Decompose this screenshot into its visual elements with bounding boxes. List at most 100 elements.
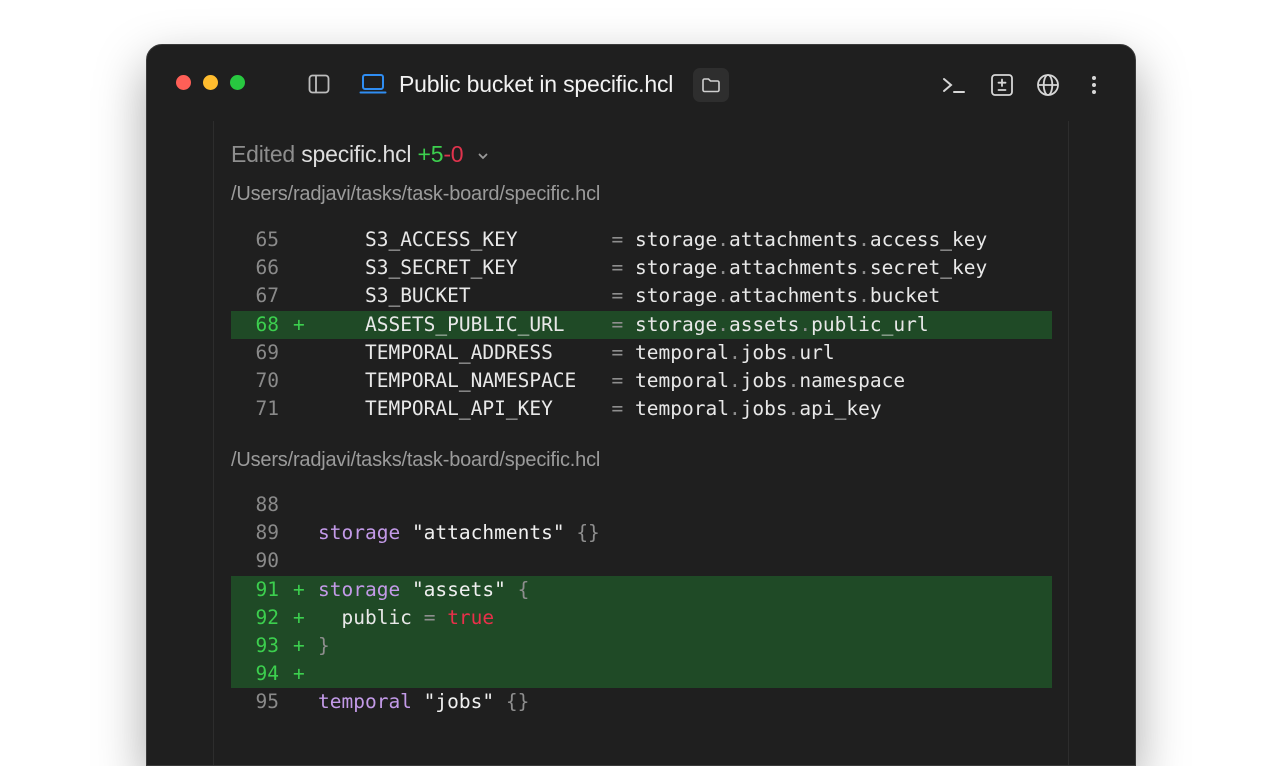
code-line: 67 S3_BUCKET = storage.attachments.bucke…	[231, 282, 1052, 310]
code-content: TEMPORAL_ADDRESS = temporal.jobs.url	[318, 339, 835, 367]
diff-hunk: 65 S3_ACCESS_KEY = storage.attachments.a…	[231, 226, 1052, 423]
code-content: ASSETS_PUBLIC_URL = storage.assets.publi…	[318, 311, 929, 339]
code-content: S3_ACCESS_KEY = storage.attachments.acce…	[318, 226, 987, 254]
zoom-window-button[interactable]	[230, 75, 245, 90]
line-number: 71	[255, 397, 279, 421]
dot-separator: .	[717, 228, 729, 251]
code-line: 89 storage "attachments" {}	[231, 519, 1052, 547]
env-key: TEMPORAL_NAMESPACE	[364, 368, 612, 392]
code-line: 69 TEMPORAL_ADDRESS = temporal.jobs.url	[231, 339, 1052, 367]
equals-sign: =	[611, 284, 624, 308]
dot-separator: .	[728, 397, 741, 421]
equals-sign: =	[611, 340, 624, 364]
dot-separator: .	[728, 368, 741, 392]
code-content: TEMPORAL_NAMESPACE = temporal.jobs.names…	[318, 367, 905, 395]
line-number: 70	[255, 368, 279, 392]
code-content: storage "attachments" {}	[318, 519, 600, 547]
line-number: 67	[255, 284, 279, 308]
equals-sign: =	[611, 397, 624, 421]
added-code-line: 94 +	[231, 660, 1052, 689]
line-number: 92	[255, 605, 279, 629]
line-number: 90	[255, 549, 279, 573]
dot-separator: .	[858, 284, 870, 308]
reference-part: storage	[635, 256, 718, 280]
equals-sign: =	[611, 312, 624, 336]
line-number: 65	[255, 228, 279, 251]
globe-icon[interactable]	[1035, 72, 1061, 98]
reference-part: api_key	[799, 397, 882, 421]
dot-separator: .	[717, 256, 729, 280]
line-number: 68	[255, 312, 279, 336]
code-line: 95 temporal "jobs" {}	[231, 688, 1052, 716]
reference-part: storage	[635, 228, 718, 251]
dot-separator: .	[787, 368, 800, 392]
dot-separator: .	[799, 312, 812, 336]
block-keyword: storage	[318, 521, 401, 545]
equals-sign: =	[611, 256, 624, 280]
minimize-window-button[interactable]	[203, 75, 218, 90]
reference-part: attachments	[728, 228, 859, 251]
block-label: "assets"	[411, 577, 506, 601]
line-number: 89	[255, 521, 279, 545]
terminal-icon[interactable]	[941, 72, 967, 98]
code-content: S3_SECRET_KEY = storage.attachments.secr…	[318, 254, 987, 282]
dot-separator: .	[858, 256, 870, 280]
dot-separator: .	[787, 397, 800, 421]
dot-separator: .	[787, 340, 800, 364]
reference-part: storage	[635, 312, 718, 336]
code-content: S3_BUCKET = storage.attachments.bucket	[318, 282, 940, 310]
diff-panel: Edited specific.hcl +5-0 /Users/radjavi/…	[213, 121, 1069, 765]
reference-part: temporal	[635, 340, 729, 364]
reference-part: assets	[728, 312, 800, 336]
block-keyword: storage	[318, 577, 401, 601]
dot-separator: .	[717, 312, 729, 336]
sidebar-toggle-icon[interactable]	[307, 72, 331, 96]
edited-label: Edited	[231, 141, 296, 167]
lines-removed-count: -0	[443, 141, 464, 167]
reference-part: attachments	[728, 284, 859, 308]
line-number: 95	[255, 690, 279, 714]
dot-separator: .	[717, 284, 729, 308]
open-folder-button[interactable]	[693, 68, 729, 102]
reference-part: secret_key	[869, 256, 988, 280]
env-key: TEMPORAL_API_KEY	[364, 397, 612, 421]
brace: }	[318, 633, 330, 657]
block-keyword: temporal	[318, 690, 412, 714]
hunk-file-path: /Users/radjavi/tasks/task-board/specific…	[231, 183, 601, 205]
added-marker: +	[293, 312, 305, 336]
dot-separator: .	[728, 340, 741, 364]
reference-part: jobs	[740, 368, 788, 392]
code-content: storage "assets" {	[318, 576, 529, 604]
equals-sign: =	[611, 368, 624, 392]
equals-sign: =	[611, 228, 624, 251]
chevron-down-icon[interactable]	[476, 142, 490, 169]
reference-part: url	[799, 340, 835, 364]
line-number: 93	[255, 633, 279, 657]
reference-part: bucket	[869, 284, 941, 308]
reference-part: access_key	[869, 228, 988, 251]
reference-part: jobs	[740, 397, 788, 421]
added-code-line: 93 +}	[231, 631, 1052, 661]
line-number: 69	[255, 340, 279, 364]
line-number: 94	[255, 662, 279, 686]
reference-part: jobs	[740, 340, 788, 364]
added-code-line: 92 + public = true	[231, 603, 1052, 632]
more-vertical-icon[interactable]	[1084, 72, 1104, 98]
laptop-icon	[359, 72, 387, 96]
added-marker: +	[293, 577, 305, 601]
close-window-button[interactable]	[176, 75, 191, 90]
env-key: S3_BUCKET	[364, 284, 612, 308]
env-key: ASSETS_PUBLIC_URL	[364, 312, 612, 336]
added-marker: +	[293, 633, 305, 657]
code-line: 70 TEMPORAL_NAMESPACE = temporal.jobs.na…	[231, 367, 1052, 395]
edit-summary[interactable]: Edited specific.hcl +5-0	[231, 141, 490, 169]
brace: {	[517, 577, 530, 601]
reference-part: temporal	[635, 368, 729, 392]
brace: {}	[576, 521, 600, 545]
app-window: Public bucket in specific.hcl Edited spe…	[146, 44, 1136, 766]
dot-separator: .	[858, 228, 870, 251]
diff-icon[interactable]	[989, 72, 1015, 98]
added-code-line: 91 + storage "assets" {	[231, 575, 1052, 604]
folder-icon	[702, 78, 720, 93]
window-title: Public bucket in specific.hcl	[399, 71, 674, 97]
